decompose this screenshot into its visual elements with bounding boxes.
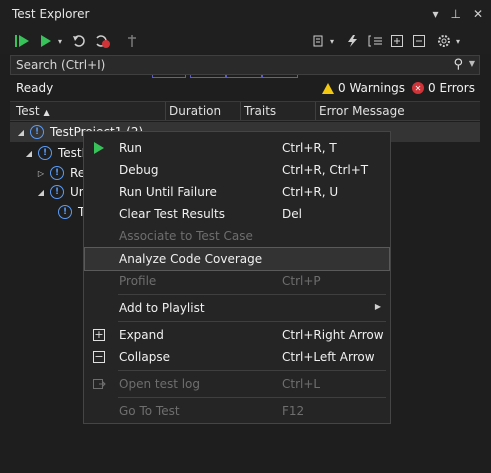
collapse-all-icon[interactable] — [412, 32, 426, 50]
expand-icon: + — [93, 328, 105, 341]
dropdown-icon[interactable]: ▾ — [432, 7, 438, 21]
menu-item-debug[interactable]: Debug Ctrl+R, Ctrl+T — [85, 159, 389, 181]
search-box[interactable]: Search (Ctrl+I) ⚲ ▼ — [10, 55, 480, 75]
menu-item-shortcut: Del — [282, 207, 302, 221]
menu-item-label: Run Until Failure — [119, 185, 217, 199]
tree-row-class-2[interactable]: ◢ ! Un — [10, 182, 86, 202]
run-dropdown-icon[interactable]: ▾ — [58, 32, 62, 50]
menu-item-collapse[interactable]: − Collapse Ctrl+Left Arrow — [85, 346, 389, 368]
expand-arrow-icon[interactable]: ▷ — [36, 169, 46, 178]
menu-item-run[interactable]: Run Ctrl+R, T — [85, 137, 389, 159]
menu-item-clear-results[interactable]: Clear Test Results Del — [85, 203, 389, 225]
menu-item-shortcut: Ctrl+R, U — [282, 185, 339, 199]
warnings-indicator[interactable]: 0 Warnings — [322, 81, 405, 95]
run-icon — [91, 140, 107, 156]
menu-item-associate-test-case[interactable]: Associate to Test Case — [85, 225, 389, 247]
menu-separator — [118, 321, 386, 322]
menu-item-label: Collapse — [119, 350, 170, 364]
menu-separator — [118, 294, 386, 295]
collapse-arrow-icon[interactable]: ◢ — [24, 149, 34, 158]
tree-row-namespace[interactable]: ◢ ! TestP — [10, 143, 89, 163]
playlist-dropdown-icon[interactable]: ▾ — [330, 32, 334, 50]
sort-ascending-icon: ▲ — [43, 108, 50, 117]
menu-item-profile[interactable]: Profile Ctrl+P — [85, 270, 389, 292]
menu-item-label: Clear Test Results — [119, 207, 225, 221]
column-test-label: Test — [16, 104, 40, 118]
errors-label: 0 Errors — [428, 81, 475, 95]
menu-separator — [118, 397, 386, 398]
menu-separator — [118, 370, 386, 371]
search-icon[interactable]: ⚲ — [453, 57, 463, 72]
collapse-arrow-icon[interactable]: ◢ — [36, 188, 46, 197]
not-run-info-icon: ! — [38, 146, 52, 160]
window-title: Test Explorer — [12, 7, 90, 21]
cancel-run-icon[interactable] — [95, 32, 111, 50]
menu-item-label: Expand — [119, 328, 164, 342]
menu-item-label: Add to Playlist — [119, 301, 205, 315]
menu-item-label: Analyze Code Coverage — [119, 252, 263, 266]
pin-icon[interactable]: ⊥ — [450, 7, 460, 21]
error-icon: ✕ — [412, 82, 424, 94]
menu-item-label: Associate to Test Case — [119, 229, 253, 243]
errors-indicator[interactable]: ✕ 0 Errors — [412, 81, 475, 95]
menu-item-shortcut: Ctrl+L — [282, 377, 321, 391]
menu-item-shortcut: Ctrl+R, Ctrl+T — [282, 163, 369, 177]
not-run-info-icon: ! — [50, 185, 64, 199]
run-after-build-icon[interactable] — [345, 32, 361, 50]
menu-item-shortcut: Ctrl+Right Arrow — [282, 328, 384, 342]
menu-item-label: Open test log — [119, 377, 201, 391]
submenu-arrow-icon: ▶ — [374, 302, 381, 311]
group-by-icon[interactable] — [368, 32, 384, 50]
menu-item-shortcut: Ctrl+P — [282, 274, 321, 288]
menu-item-expand[interactable]: + Expand Ctrl+Right Arrow — [85, 324, 389, 346]
column-header: Test ▲ Duration Traits Error Message — [10, 101, 480, 121]
not-run-info-icon: ! — [50, 166, 64, 180]
not-run-info-icon: ! — [58, 205, 72, 219]
collapse-arrow-icon[interactable]: ◢ — [16, 128, 26, 137]
menu-item-shortcut: Ctrl+R, T — [282, 141, 337, 155]
toolbar: ▾ 2 ✓ 0 ✕ 0 ! 2 ▾ ▾ — [0, 28, 491, 78]
not-run-info-icon: ! — [30, 125, 44, 139]
menu-item-add-to-playlist[interactable]: Add to Playlist ▶ — [85, 297, 389, 319]
context-menu: Run Ctrl+R, T Debug Ctrl+R, Ctrl+T Run U… — [83, 131, 391, 424]
warnings-label: 0 Warnings — [338, 81, 406, 95]
menu-item-shortcut: Ctrl+Left Arrow — [282, 350, 375, 364]
menu-item-analyze-code-coverage[interactable]: Analyze Code Coverage — [84, 247, 390, 271]
status-text: Ready — [16, 81, 54, 95]
column-duration[interactable]: Duration — [169, 104, 221, 118]
warning-icon — [322, 82, 334, 94]
menu-item-open-test-log[interactable]: Open test log Ctrl+L — [85, 373, 389, 395]
menu-item-label: Run — [119, 141, 143, 155]
menu-item-label: Profile — [119, 274, 157, 288]
menu-item-label: Debug — [119, 163, 159, 177]
tree-row-class-1[interactable]: ▷ ! Re — [10, 163, 85, 183]
tree-row-test[interactable]: ! T — [10, 202, 85, 222]
menu-item-label: Go To Test — [119, 404, 180, 418]
status-bar: Ready 0 Warnings ✕ 0 Errors — [10, 78, 480, 98]
title-bar: Test Explorer ▾ ⊥ ✕ — [0, 0, 491, 28]
run-icon[interactable] — [40, 32, 52, 50]
settings-filter-icon[interactable] — [125, 32, 139, 50]
run-all-icon[interactable] — [14, 32, 30, 50]
column-error-message[interactable]: Error Message — [319, 104, 405, 118]
close-icon[interactable]: ✕ — [473, 7, 483, 21]
search-input[interactable]: Search (Ctrl+I) — [16, 58, 105, 72]
menu-item-run-until-failure[interactable]: Run Until Failure Ctrl+R, U — [85, 181, 389, 203]
expand-all-icon[interactable] — [390, 32, 404, 50]
gear-icon[interactable] — [436, 32, 452, 50]
open-log-icon — [91, 376, 107, 392]
gear-dropdown-icon[interactable]: ▾ — [456, 32, 460, 50]
menu-item-shortcut: F12 — [282, 404, 305, 418]
menu-item-go-to-test[interactable]: Go To Test F12 — [85, 400, 389, 422]
column-test[interactable]: Test ▲ — [16, 104, 50, 118]
repeat-last-run-icon[interactable] — [72, 32, 88, 50]
search-options-dropdown-icon[interactable]: ▼ — [469, 59, 475, 68]
playlist-icon[interactable] — [312, 32, 328, 50]
collapse-icon: − — [93, 350, 105, 363]
column-traits[interactable]: Traits — [244, 104, 276, 118]
